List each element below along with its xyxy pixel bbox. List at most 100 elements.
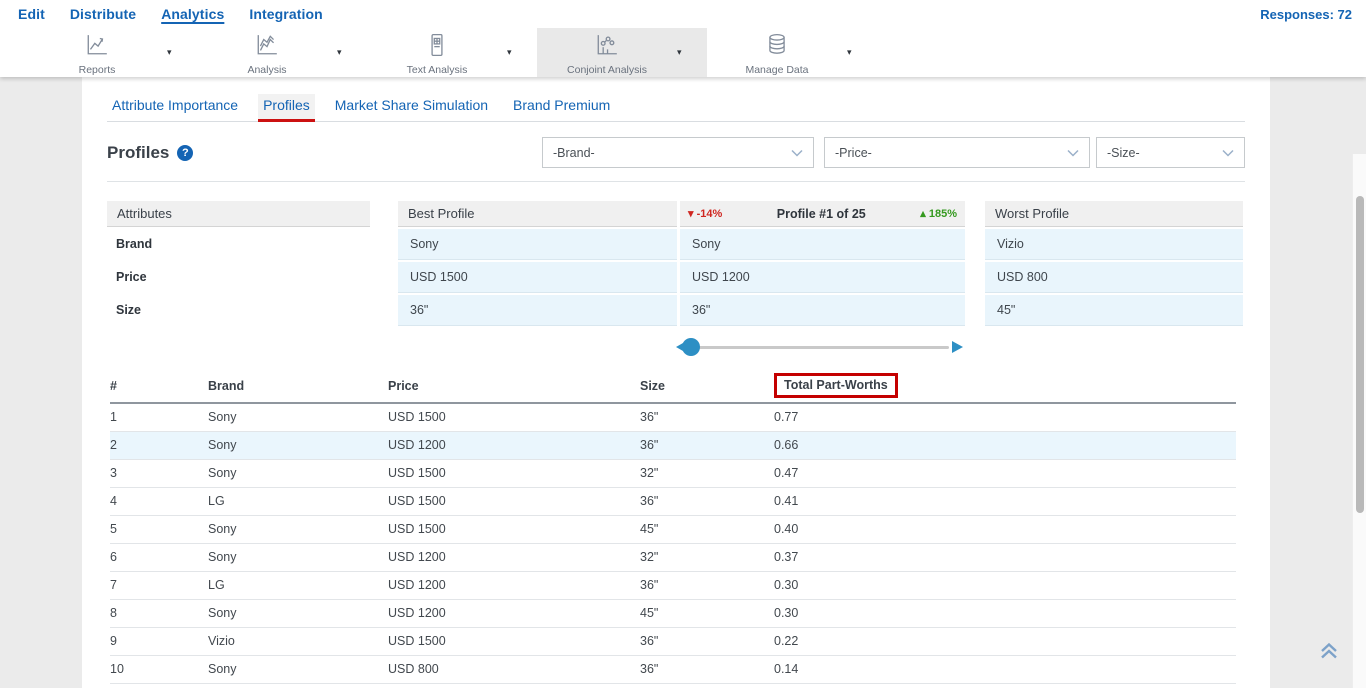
caret-down-icon[interactable]: ▾ <box>337 47 367 58</box>
cell-price: USD 1200 <box>388 571 640 599</box>
cell-price: USD 1500 <box>388 403 640 431</box>
help-icon[interactable]: ? <box>177 145 193 161</box>
vertical-scrollbar[interactable] <box>1352 154 1366 688</box>
brand-filter-select[interactable]: -Brand- <box>542 137 814 168</box>
toolbar-item-reports[interactable]: Reports ▾ <box>27 28 197 77</box>
cell-number: 3 <box>110 459 208 487</box>
top-nav: Edit Distribute Analytics Integration Re… <box>0 0 1366 28</box>
cell-price: USD 1500 <box>388 627 640 655</box>
tab-market-share-simulation[interactable]: Market Share Simulation <box>330 94 493 122</box>
nav-item-edit[interactable]: Edit <box>18 6 45 22</box>
table-row[interactable]: 8 Sony USD 1200 45" 0.30 <box>110 599 1236 627</box>
current-profile-price: USD 1200 <box>680 262 965 293</box>
page-background: Attribute Importance Profiles Market Sha… <box>0 77 1366 688</box>
toolbar-item-label: Text Analysis <box>407 64 468 76</box>
cell-size: 36" <box>640 403 774 431</box>
worst-profile-size: 45" <box>985 295 1243 326</box>
cell-number: 7 <box>110 571 208 599</box>
worst-profile-price: USD 800 <box>985 262 1243 293</box>
nav-item-distribute[interactable]: Distribute <box>70 6 136 22</box>
cell-total-part-worths: 0.22 <box>774 627 1236 655</box>
cell-brand: Sony <box>208 655 388 683</box>
cell-brand: Sony <box>208 459 388 487</box>
caret-down-icon[interactable]: ▾ <box>507 47 537 58</box>
current-profile-size: 36" <box>680 295 965 326</box>
cell-brand: Sony <box>208 431 388 459</box>
slider-handle[interactable] <box>682 338 700 356</box>
table-row[interactable]: 1 Sony USD 1500 36" 0.77 <box>110 403 1236 431</box>
section-tabs: Attribute Importance Profiles Market Sha… <box>107 94 1245 122</box>
conjoint-chart-icon <box>595 33 619 62</box>
best-profile-size: 36" <box>398 295 677 326</box>
toolbar-item-analysis[interactable]: Analysis ▾ <box>197 28 367 77</box>
cell-size: 36" <box>640 571 774 599</box>
tab-brand-premium[interactable]: Brand Premium <box>508 94 615 122</box>
cell-brand: Vizio <box>208 627 388 655</box>
nav-item-integration[interactable]: Integration <box>249 6 322 22</box>
table-row[interactable]: 9 Vizio USD 1500 36" 0.22 <box>110 627 1236 655</box>
scroll-to-top-icon[interactable] <box>1318 641 1340 666</box>
profiles-table: # Brand Price Size Total Part-Worths 1 S… <box>110 371 1236 688</box>
content-panel: Attribute Importance Profiles Market Sha… <box>82 77 1270 688</box>
cell-size: 45" <box>640 599 774 627</box>
table-row[interactable]: 7 LG USD 1200 36" 0.30 <box>110 571 1236 599</box>
cell-size: 36" <box>640 431 774 459</box>
table-row[interactable]: 6 Sony USD 1200 32" 0.37 <box>110 543 1236 571</box>
table-row[interactable]: 4 LG USD 1500 36" 0.41 <box>110 487 1236 515</box>
col-header-price: Price <box>388 371 640 403</box>
cell-size: 32" <box>640 459 774 487</box>
cell-price: USD 1500 <box>388 459 640 487</box>
table-row[interactable]: 3 Sony USD 1500 32" 0.47 <box>110 459 1236 487</box>
size-filter-select[interactable]: -Size- <box>1096 137 1245 168</box>
cell-total-part-worths: 0.37 <box>774 543 1236 571</box>
table-row[interactable]: 5 Sony USD 1500 45" 0.40 <box>110 515 1236 543</box>
cell-price: USD 800 <box>388 655 640 683</box>
table-row[interactable]: 11 LG USD 1500 32" 0.12 <box>110 683 1236 688</box>
col-header-size: Size <box>640 371 774 403</box>
caret-down-icon[interactable]: ▾ <box>677 47 707 58</box>
cell-price: USD 1500 <box>388 515 640 543</box>
cell-price: USD 1500 <box>388 683 640 688</box>
slider-track[interactable] <box>687 346 949 349</box>
price-filter-select[interactable]: -Price- <box>824 137 1090 168</box>
cell-brand: Sony <box>208 403 388 431</box>
cell-number: 1 <box>110 403 208 431</box>
cell-total-part-worths: 0.30 <box>774 571 1236 599</box>
slider-next-arrow-icon[interactable] <box>952 341 963 353</box>
toolbar-item-label: Manage Data <box>745 64 808 76</box>
title-row: Profiles ? -Brand- -Price- -Size- <box>107 137 1245 182</box>
scrollbar-thumb[interactable] <box>1356 196 1364 513</box>
toolbar-item-label: Conjoint Analysis <box>567 64 647 76</box>
caret-down-icon[interactable]: ▾ <box>847 47 877 58</box>
tab-profiles[interactable]: Profiles <box>258 94 315 122</box>
tab-attribute-importance[interactable]: Attribute Importance <box>107 94 243 122</box>
toolbar-item-manage-data[interactable]: Manage Data ▾ <box>707 28 877 77</box>
text-analysis-icon <box>425 33 449 62</box>
responses-count[interactable]: Responses: 72 <box>1260 7 1352 22</box>
toolbar-item-conjoint-analysis[interactable]: Conjoint Analysis ▾ <box>537 28 707 77</box>
cell-price: USD 1500 <box>388 487 640 515</box>
chevron-down-icon <box>1222 149 1234 157</box>
cell-total-part-worths: 0.14 <box>774 655 1236 683</box>
attribute-label-brand: Brand <box>107 229 370 260</box>
table-body: 1 Sony USD 1500 36" 0.77 2 Sony USD 1200… <box>110 403 1236 688</box>
caret-down-icon[interactable]: ▾ <box>167 47 197 58</box>
profile-comparison: Attributes Brand Price Size Best Profile… <box>107 201 1245 358</box>
worst-profile-brand: Vizio <box>985 229 1243 260</box>
cell-total-part-worths: 0.77 <box>774 403 1236 431</box>
cell-total-part-worths: 0.12 <box>774 683 1236 688</box>
cell-brand: Sony <box>208 543 388 571</box>
col-header-total-part-worths: Total Part-Worths <box>774 371 1236 403</box>
cell-number: 2 <box>110 431 208 459</box>
cell-brand: Sony <box>208 515 388 543</box>
cell-number: 5 <box>110 515 208 543</box>
nav-item-analytics[interactable]: Analytics <box>161 6 224 22</box>
toolbar-item-text-analysis[interactable]: Text Analysis ▾ <box>367 28 537 77</box>
cell-total-part-worths: 0.40 <box>774 515 1236 543</box>
best-profile-header: Best Profile <box>398 201 677 227</box>
table-row[interactable]: 10 Sony USD 800 36" 0.14 <box>110 655 1236 683</box>
cell-size: 32" <box>640 543 774 571</box>
worst-profile-header: Worst Profile <box>985 201 1243 227</box>
page-title: Profiles <box>107 143 169 163</box>
table-row[interactable]: 2 Sony USD 1200 36" 0.66 <box>110 431 1236 459</box>
